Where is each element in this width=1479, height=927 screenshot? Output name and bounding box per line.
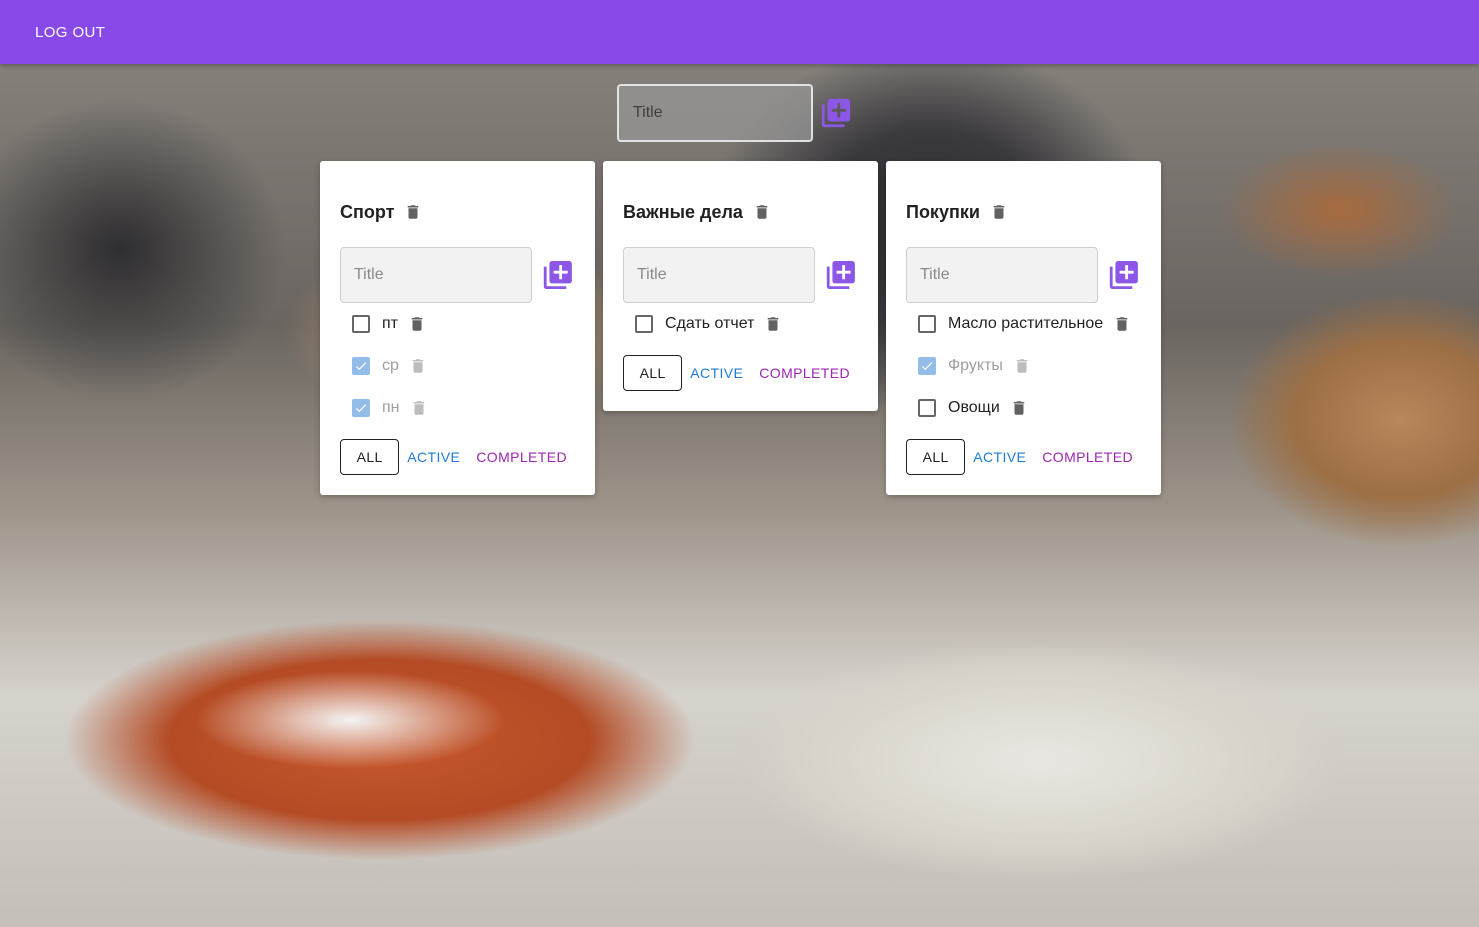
task-item: Овощи bbox=[906, 387, 1141, 429]
card-title: Важные дела bbox=[623, 201, 743, 222]
add-task-plus-icon[interactable] bbox=[1107, 258, 1141, 292]
add-task-row bbox=[906, 247, 1141, 303]
task-label[interactable]: Сдать отчет bbox=[665, 315, 754, 333]
checkmark-icon bbox=[921, 362, 933, 371]
checkmark-icon bbox=[355, 404, 367, 413]
task-list: Сдать отчет bbox=[623, 303, 858, 345]
add-task-field[interactable] bbox=[623, 247, 816, 303]
task-item: Фрукты bbox=[906, 345, 1141, 387]
delete-task-trash-icon[interactable] bbox=[1113, 314, 1131, 334]
task-label[interactable]: Фрукты bbox=[948, 357, 1003, 375]
task-checkbox[interactable] bbox=[918, 315, 936, 333]
card-header: Спорт bbox=[340, 181, 575, 237]
add-list-input[interactable] bbox=[633, 86, 811, 140]
task-checkbox[interactable] bbox=[352, 315, 370, 333]
add-task-field[interactable] bbox=[340, 247, 533, 303]
todo-list-card: Важные дела Сдать отчет ALL ACTIVE COMPL… bbox=[603, 161, 878, 411]
task-item: пт bbox=[340, 303, 575, 345]
task-checkbox[interactable] bbox=[918, 399, 936, 417]
card-header: Покупки bbox=[906, 181, 1141, 237]
delete-task-trash-icon[interactable] bbox=[408, 314, 426, 334]
task-item: пн bbox=[340, 387, 575, 429]
add-task-input[interactable] bbox=[637, 248, 815, 302]
task-label[interactable]: пт bbox=[382, 315, 398, 333]
task-label[interactable]: Овощи bbox=[948, 399, 1000, 417]
task-label[interactable]: Масло растительное bbox=[948, 315, 1103, 333]
add-task-input[interactable] bbox=[354, 248, 532, 302]
add-task-row bbox=[623, 247, 858, 303]
delete-task-trash-icon[interactable] bbox=[410, 398, 428, 418]
add-task-field[interactable] bbox=[906, 247, 1099, 303]
delete-task-trash-icon[interactable] bbox=[1013, 356, 1031, 376]
delete-task-trash-icon[interactable] bbox=[1010, 398, 1028, 418]
todo-list-card: Покупки Масло растительное Фрукты Овощи … bbox=[886, 161, 1161, 495]
task-item: Сдать отчет bbox=[623, 303, 858, 345]
add-task-plus-icon[interactable] bbox=[541, 258, 575, 292]
filter-bar: ALL ACTIVE COMPLETED bbox=[623, 355, 858, 391]
task-list: пт ср пн bbox=[340, 303, 575, 429]
add-list-field[interactable] bbox=[617, 84, 813, 142]
task-item: Масло растительное bbox=[906, 303, 1141, 345]
filter-all-button[interactable]: ALL bbox=[623, 355, 683, 391]
filter-completed-button[interactable]: COMPLETED bbox=[468, 439, 575, 475]
card-title: Покупки bbox=[906, 201, 980, 222]
filter-bar: ALL ACTIVE COMPLETED bbox=[906, 439, 1141, 475]
task-checkbox[interactable] bbox=[352, 357, 370, 375]
filter-all-button[interactable]: ALL bbox=[340, 439, 400, 475]
delete-list-trash-icon[interactable] bbox=[753, 202, 771, 222]
delete-list-trash-icon[interactable] bbox=[990, 202, 1008, 222]
delete-list-trash-icon[interactable] bbox=[404, 202, 422, 222]
checkmark-icon bbox=[355, 362, 367, 371]
logout-button[interactable]: LOG OUT bbox=[22, 16, 118, 49]
task-label[interactable]: ср bbox=[382, 357, 399, 375]
filter-active-button[interactable]: ACTIVE bbox=[965, 439, 1034, 475]
filter-all-button[interactable]: ALL bbox=[906, 439, 966, 475]
filter-active-button[interactable]: ACTIVE bbox=[399, 439, 468, 475]
add-task-plus-icon[interactable] bbox=[824, 258, 858, 292]
filter-bar: ALL ACTIVE COMPLETED bbox=[340, 439, 575, 475]
delete-task-trash-icon[interactable] bbox=[764, 314, 782, 334]
filter-active-button[interactable]: ACTIVE bbox=[682, 355, 751, 391]
task-item: ср bbox=[340, 345, 575, 387]
todo-list-card: Спорт пт ср пн ALL ACTIVE COMPLETED bbox=[320, 161, 595, 495]
task-checkbox[interactable] bbox=[918, 357, 936, 375]
task-list: Масло растительное Фрукты Овощи bbox=[906, 303, 1141, 429]
card-title: Спорт bbox=[340, 201, 395, 222]
filter-completed-button[interactable]: COMPLETED bbox=[1034, 439, 1141, 475]
delete-task-trash-icon[interactable] bbox=[409, 356, 427, 376]
add-task-input[interactable] bbox=[920, 248, 1098, 302]
add-list-form bbox=[617, 84, 853, 142]
add-task-row bbox=[340, 247, 575, 303]
app-bar: LOG OUT bbox=[0, 0, 1479, 64]
task-checkbox[interactable] bbox=[352, 399, 370, 417]
task-label[interactable]: пн bbox=[382, 399, 400, 417]
filter-completed-button[interactable]: COMPLETED bbox=[751, 355, 858, 391]
add-list-plus-icon[interactable] bbox=[819, 96, 853, 130]
task-checkbox[interactable] bbox=[635, 315, 653, 333]
card-header: Важные дела bbox=[623, 181, 858, 237]
